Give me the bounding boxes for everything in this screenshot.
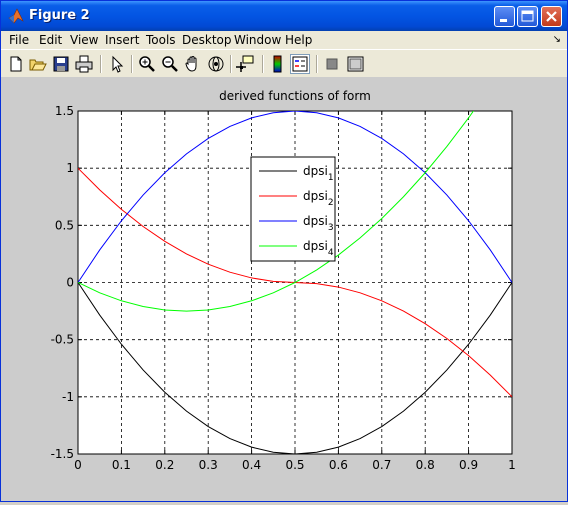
x-tick-label: 0.3 xyxy=(199,458,218,472)
save-icon xyxy=(53,56,69,72)
data-cursor-icon xyxy=(236,55,254,72)
pan-hand-icon xyxy=(185,55,197,72)
matlab-logo-icon xyxy=(8,8,24,24)
x-tick-label: 0 xyxy=(74,458,82,472)
x-tick-label: 0.5 xyxy=(285,458,304,472)
hide-plot-tools-button[interactable] xyxy=(322,54,342,74)
show-plot-tools-icon xyxy=(347,56,364,72)
x-tick-label: 0.8 xyxy=(416,458,435,472)
menu-view[interactable]: View xyxy=(70,33,98,47)
dock-arrow-icon[interactable]: ↘ xyxy=(553,34,561,45)
x-tick-label: 1 xyxy=(508,458,516,472)
maximize-icon xyxy=(521,10,534,22)
colorbar-icon xyxy=(273,55,282,73)
menu-tools[interactable]: Tools xyxy=(146,33,176,47)
new-figure-icon xyxy=(10,56,22,72)
print-icon xyxy=(75,55,93,73)
minimize-icon xyxy=(500,19,507,22)
chart-title: derived functions of form xyxy=(219,89,371,103)
maximize-button[interactable] xyxy=(517,6,538,27)
save-button[interactable] xyxy=(51,54,71,74)
y-tick-label: 0.5 xyxy=(55,218,74,232)
print-button[interactable] xyxy=(74,54,94,74)
y-tick-label: 1 xyxy=(66,161,74,175)
edit-plot-arrow-icon xyxy=(112,55,124,73)
menu-insert[interactable]: Insert xyxy=(105,33,139,47)
figure-canvas: 0 0.1 0.2 0.3 0.4 0.5 0.6 0.7 0.8 0.9 1 1.5 1 0.5 0 -0.… xyxy=(1,77,567,501)
x-tick-label: 0.4 xyxy=(242,458,261,472)
menu-file[interactable]: File xyxy=(9,33,29,47)
pan-button[interactable] xyxy=(183,54,203,74)
rotate-3d-button[interactable] xyxy=(206,54,226,74)
menu-desktop[interactable]: Desktop xyxy=(182,33,232,47)
y-tick-label: -0.5 xyxy=(51,333,74,347)
open-file-icon xyxy=(29,59,47,71)
zoom-out-button[interactable] xyxy=(160,54,180,74)
menu-help[interactable]: Help xyxy=(285,33,312,47)
window-title: Figure 2 xyxy=(29,8,90,23)
menu-window[interactable]: Window xyxy=(234,33,281,47)
edit-plot-button[interactable] xyxy=(107,54,127,74)
open-file-button[interactable] xyxy=(28,54,48,74)
data-cursor-button[interactable] xyxy=(236,54,256,74)
figure-toolbar xyxy=(1,49,567,79)
close-button[interactable] xyxy=(541,6,562,27)
plot-svg: 0 0.1 0.2 0.3 0.4 0.5 0.6 0.7 0.8 0.9 1 1.5 1 0.5 0 -0.… xyxy=(51,89,516,472)
title-bar[interactable]: Figure 2 xyxy=(1,1,567,31)
zoom-in-icon xyxy=(139,56,155,72)
show-plot-tools-button[interactable] xyxy=(345,54,365,74)
x-tick-label: 0.1 xyxy=(112,458,131,472)
rotate-3d-icon xyxy=(208,56,224,72)
hide-plot-tools-icon xyxy=(326,58,338,70)
close-icon xyxy=(546,11,557,22)
insert-colorbar-button[interactable] xyxy=(268,54,288,74)
y-tick-label: 1.5 xyxy=(55,104,74,118)
menu-edit[interactable]: Edit xyxy=(39,33,62,47)
new-figure-button[interactable] xyxy=(6,54,26,74)
y-tick-label: -1 xyxy=(62,390,74,404)
insert-legend-button[interactable] xyxy=(290,54,310,74)
y-tick-label: 0 xyxy=(66,276,74,290)
minimize-button[interactable] xyxy=(494,6,515,27)
menu-bar: File Edit View Insert Tools Desktop Wind… xyxy=(1,31,567,49)
x-tick-label: 0.7 xyxy=(372,458,391,472)
x-tick-label: 0.2 xyxy=(155,458,174,472)
figure-window: Figure 2 File Edit View Insert Tools Des… xyxy=(0,0,568,502)
zoom-out-icon xyxy=(162,56,178,72)
zoom-in-button[interactable] xyxy=(137,54,157,74)
x-tick-label: 0.6 xyxy=(329,458,348,472)
x-tick-label: 0.9 xyxy=(459,458,478,472)
y-tick-label: -1.5 xyxy=(51,447,74,461)
legend-icon xyxy=(292,56,308,72)
legend[interactable]: dpsi1dpsi2dpsi3dpsi4 xyxy=(250,156,336,262)
